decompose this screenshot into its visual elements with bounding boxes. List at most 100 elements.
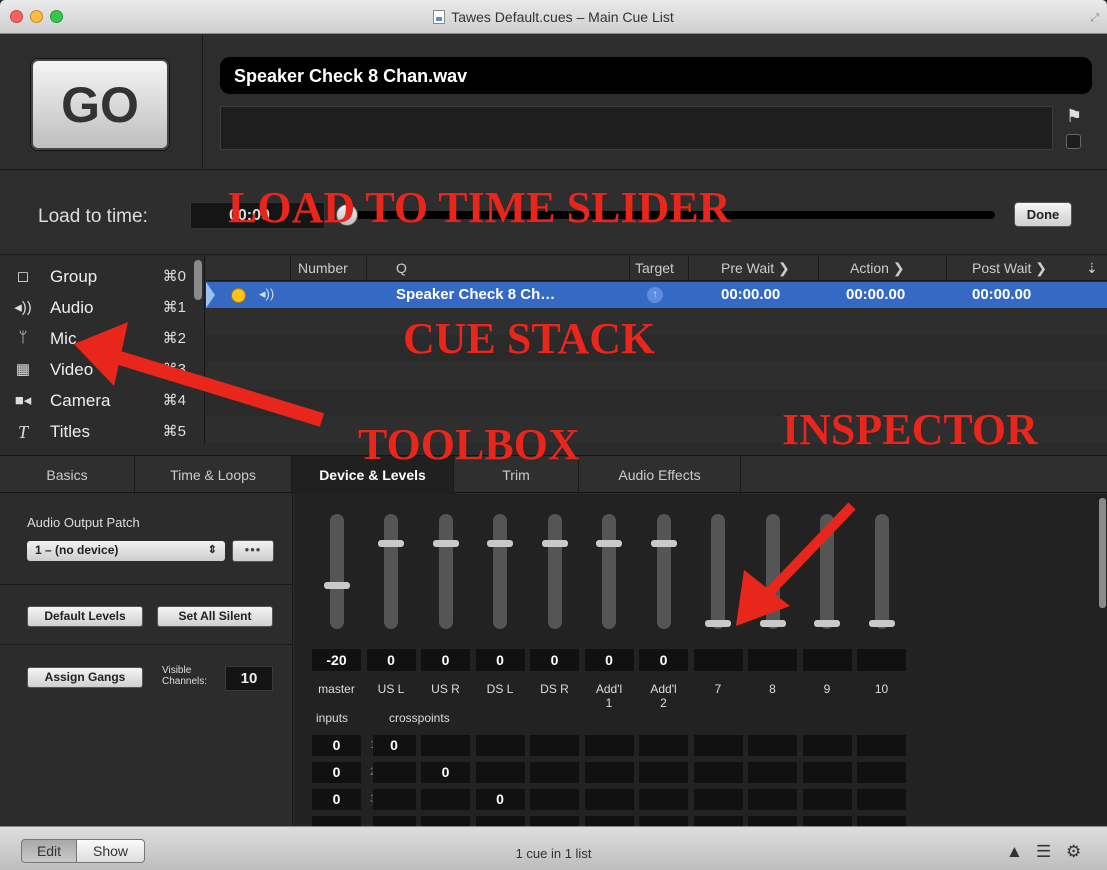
crosspoint-cell[interactable] xyxy=(639,816,688,826)
fader-thumb[interactable] xyxy=(705,619,731,627)
crosspoint-cell[interactable] xyxy=(372,762,416,783)
crosspoint-cell[interactable] xyxy=(802,735,852,756)
fader-thumb[interactable] xyxy=(814,619,840,627)
toolbox-item-mic[interactable]: ᛘ Mic ⌘2 xyxy=(0,322,192,353)
input-level-field[interactable]: 0 xyxy=(312,789,361,810)
tab-time-loops[interactable]: Time & Loops xyxy=(135,456,292,494)
level-field[interactable]: 0 xyxy=(421,649,470,671)
crosspoint-cell[interactable] xyxy=(693,735,743,756)
fader-track[interactable] xyxy=(596,514,622,629)
flag-checkbox[interactable] xyxy=(1066,134,1081,149)
crosspoint-cell[interactable] xyxy=(748,762,797,783)
crosspoint-cell[interactable] xyxy=(857,816,906,826)
cue-notes-field[interactable] xyxy=(220,106,1053,150)
toolbox-scrollbar[interactable] xyxy=(194,260,202,300)
cue-row[interactable]: ◂)) Speaker Check 8 Ch… ↑ 00:00.00 00:00… xyxy=(206,282,1107,308)
column-header-pre-wait[interactable]: Pre Wait ❯ xyxy=(721,260,790,277)
crosspoint-cell[interactable] xyxy=(421,789,470,810)
crosspoint-cell[interactable] xyxy=(584,816,634,826)
crosspoint-cell[interactable] xyxy=(639,735,688,756)
level-field[interactable]: -20 xyxy=(312,649,361,671)
input-level-field[interactable]: 0 xyxy=(312,735,361,756)
fader-track[interactable] xyxy=(650,514,677,629)
tab-audio-effects[interactable]: Audio Effects xyxy=(579,456,741,494)
crosspoint-cell[interactable] xyxy=(693,789,743,810)
crosspoint-cell[interactable] xyxy=(584,762,634,783)
toolbox-item-titles[interactable]: T Titles ⌘5 xyxy=(0,415,192,446)
crosspoint-cell[interactable] xyxy=(857,762,906,783)
crosspoint-cell[interactable] xyxy=(693,762,743,783)
inspector-scrollbar[interactable] xyxy=(1099,498,1106,608)
level-field[interactable]: 0 xyxy=(475,649,525,671)
fader-thumb[interactable] xyxy=(596,539,622,547)
crosspoint-cell[interactable]: 0 xyxy=(475,789,525,810)
crosspoint-cell[interactable] xyxy=(584,789,634,810)
done-button[interactable]: Done xyxy=(1014,202,1072,227)
default-levels-button[interactable]: Default Levels xyxy=(27,606,143,627)
toolbox-item-group[interactable]: ◻ Group ⌘0 xyxy=(0,260,192,291)
level-field[interactable] xyxy=(857,649,906,671)
crosspoint-cell[interactable] xyxy=(421,735,470,756)
fader-thumb[interactable] xyxy=(323,582,350,590)
crosspoint-cell[interactable]: 0 xyxy=(372,735,416,756)
crosspoint-cell[interactable] xyxy=(530,735,579,756)
tab-basics[interactable]: Basics xyxy=(0,456,135,494)
gear-icon[interactable]: ⚙ xyxy=(1066,842,1081,862)
output-patch-select[interactable]: 1 – (no device) ⇕ xyxy=(27,541,225,561)
sort-down-icon[interactable]: ⇣ xyxy=(1086,260,1098,277)
list-icon[interactable]: ☰ xyxy=(1036,842,1051,862)
crosspoint-cell[interactable] xyxy=(475,816,525,826)
warning-icon[interactable]: ▲ xyxy=(1006,842,1023,862)
crosspoint-cell[interactable] xyxy=(530,789,579,810)
crosspoint-cell[interactable] xyxy=(475,762,525,783)
toolbox-item-audio[interactable]: ◂)) Audio ⌘1 xyxy=(0,291,192,322)
level-field[interactable]: 0 xyxy=(366,649,416,671)
fader-thumb[interactable] xyxy=(541,539,568,547)
column-header-target[interactable]: Target xyxy=(635,260,674,276)
level-field[interactable]: 0 xyxy=(530,649,579,671)
crosspoint-cell[interactable] xyxy=(802,789,852,810)
fader-thumb[interactable] xyxy=(868,619,895,627)
crosspoint-cell[interactable] xyxy=(475,735,525,756)
target-arrow-icon[interactable]: ↑ xyxy=(647,287,663,303)
crosspoint-cell[interactable] xyxy=(748,735,797,756)
edit-patch-button[interactable]: ••• xyxy=(232,540,274,562)
level-field[interactable] xyxy=(693,649,743,671)
column-header-q[interactable]: Q xyxy=(396,260,407,276)
toolbox-item-camera[interactable]: ■◂ Camera ⌘4 xyxy=(0,384,192,415)
level-field[interactable]: 0 xyxy=(584,649,634,671)
fader-track[interactable] xyxy=(705,514,731,629)
level-field[interactable]: 0 xyxy=(639,649,688,671)
visible-channels-field[interactable]: 10 xyxy=(225,666,273,691)
fader-thumb[interactable] xyxy=(432,539,459,547)
crosspoint-cell[interactable] xyxy=(584,735,634,756)
fader-track[interactable] xyxy=(814,514,840,629)
crosspoint-cell[interactable] xyxy=(530,816,579,826)
toolbox-item-video[interactable]: ▦ Video ⌘3 xyxy=(0,353,192,384)
crosspoint-cell[interactable] xyxy=(748,816,797,826)
fader-track[interactable] xyxy=(487,514,513,629)
crosspoint-cell[interactable] xyxy=(372,789,416,810)
input-level-field[interactable] xyxy=(312,816,361,826)
crosspoint-cell[interactable] xyxy=(421,816,470,826)
fader-thumb[interactable] xyxy=(759,619,786,627)
crosspoint-cell[interactable] xyxy=(693,816,743,826)
crosspoint-cell[interactable] xyxy=(748,789,797,810)
fader-track[interactable] xyxy=(868,514,895,629)
set-all-silent-button[interactable]: Set All Silent xyxy=(157,606,273,627)
crosspoint-cell[interactable] xyxy=(857,789,906,810)
fader-thumb[interactable] xyxy=(487,539,513,547)
crosspoint-cell[interactable] xyxy=(639,762,688,783)
fader-thumb[interactable] xyxy=(650,539,677,547)
column-header-post-wait[interactable]: Post Wait ❯ xyxy=(972,260,1047,277)
level-field[interactable] xyxy=(802,649,852,671)
fader-track[interactable] xyxy=(378,514,404,629)
crosspoint-cell[interactable] xyxy=(802,762,852,783)
level-field[interactable] xyxy=(748,649,797,671)
crosspoint-cell[interactable] xyxy=(530,762,579,783)
assign-gangs-button[interactable]: Assign Gangs xyxy=(27,667,143,688)
fader-track[interactable] xyxy=(323,514,350,629)
fader-track[interactable] xyxy=(541,514,568,629)
go-button[interactable]: GO xyxy=(30,58,170,151)
fader-thumb[interactable] xyxy=(378,539,404,547)
